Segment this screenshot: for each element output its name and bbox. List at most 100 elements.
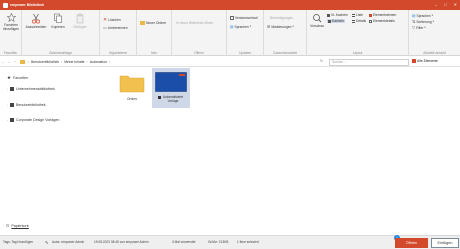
title-bar: empower Bibliothek – □ ✕ — [0, 0, 460, 10]
chevron-down-icon: ▾ — [424, 26, 426, 29]
tile-caption: Automatisierte Vorlage — [152, 95, 190, 103]
content-area: Ordner Automatisierte Vorlage — [113, 68, 460, 235]
cut-button[interactable]: Ausschneiden — [25, 13, 47, 30]
minimize-icon[interactable]: – — [435, 2, 437, 7]
x-icon: ✕ — [103, 17, 108, 23]
group-label-collaboration: Zusammenarbeit — [273, 51, 297, 55]
languages-view-label: Sprachen — [416, 13, 431, 18]
chevron-right-icon: › — [7, 118, 8, 122]
chevron-down-icon: ▾ — [249, 25, 251, 28]
filter-button[interactable]: ▽ Filter ▾ — [412, 25, 426, 30]
group-current-view: ◍ Sprachen ▾ ⇅ Sortierung ▾ ▽ Filter ▾ A… — [409, 10, 460, 56]
delete-button[interactable]: ✕ Löschen — [103, 17, 121, 23]
preview-label: Vorschau — [310, 23, 324, 28]
folder-icon — [140, 21, 145, 25]
breadcrumb-item[interactable]: Benutzerbibliothek — [31, 60, 59, 64]
rename-button[interactable]: ▭ Umbenennen — [103, 25, 128, 30]
view-xl-label: XL Kacheln — [331, 13, 348, 17]
open-button[interactable]: Öffnen — [395, 238, 428, 248]
preview-button[interactable]: Vorschau — [309, 13, 325, 29]
insert-button[interactable]: Einfügen — [431, 238, 459, 248]
group-clipboard: Ausschneiden Kopieren Einfügen Zwischena… — [22, 10, 100, 56]
magnifier-icon — [313, 14, 322, 23]
details-icon — [352, 19, 355, 23]
status-size: Größe: 213KB — [208, 240, 229, 244]
search-input[interactable]: Suchen ... — [329, 58, 409, 66]
tiles-icon — [328, 19, 331, 23]
copy-icon — [54, 13, 62, 23]
group-label-new: Neu — [151, 51, 157, 55]
permissions-button[interactable]: Berechtigungen — [270, 16, 293, 20]
add-favorite-button[interactable]: Favoriten hinzufügen — [1, 12, 21, 31]
view-tiles[interactable]: Kacheln — [327, 19, 345, 23]
window-controls: – □ ✕ — [435, 2, 457, 7]
folder-tile[interactable]: Ordner — [113, 68, 151, 108]
group-updates: Versionsverlauf ◍ Sprachen ▾ Updates — [227, 10, 264, 56]
element-details-toggle[interactable]: Elementdetails — [369, 19, 395, 23]
sidebar-item-label: Unternehmensbibliothek — [16, 87, 55, 91]
star-icon — [6, 12, 16, 23]
checkbox-checked[interactable] — [369, 13, 372, 17]
sort-label: Sortierung — [416, 19, 432, 24]
tile-label: Automatisierte Vorlage — [162, 95, 184, 103]
view-xl-tiles[interactable]: XL Kacheln — [327, 13, 348, 17]
copy-button[interactable]: Kopieren — [48, 13, 68, 30]
elements-box-label: Elementrahmen — [373, 13, 397, 17]
group-label-organize: Organisieren — [108, 51, 128, 55]
template-tile[interactable]: Automatisierte Vorlage — [152, 68, 190, 108]
group-label-favorites: Favoriten — [3, 51, 18, 55]
languages-view-button[interactable]: ◍ Sprachen ▾ — [412, 13, 433, 18]
maximize-icon[interactable]: □ — [444, 2, 446, 7]
copy-label: Kopieren — [51, 24, 65, 29]
elements-box-toggle[interactable]: Elementrahmen — [369, 13, 396, 17]
chevron-down-icon: ▾ — [431, 14, 433, 17]
sidebar: ★ Favoriten › Unternehmensbibliothek › B… — [0, 68, 112, 235]
new-folder-button[interactable]: Neuer Ordner — [140, 21, 166, 25]
group-label-open: Öffnen — [194, 51, 204, 55]
paste-button[interactable]: Einfügen — [70, 13, 90, 30]
tile-label: Ordner — [127, 97, 137, 101]
sidebar-item-favorites[interactable]: ★ Favoriten — [7, 75, 28, 81]
checkbox-unchecked[interactable] — [369, 19, 372, 23]
globe-icon: ◍ — [230, 24, 234, 29]
address-bar: ← → ↑ › Benutzerbibliothek › Meine Inhal… — [0, 57, 460, 67]
group-new: Neuer Ordner Neu — [137, 10, 172, 56]
group-label-clipboard: Zwischenablage — [48, 51, 73, 55]
filter-badge-icon — [412, 59, 416, 63]
chevron-right-icon: › — [7, 87, 8, 91]
version-history-button[interactable]: Versionsverlauf — [230, 16, 258, 20]
sidebar-item-label: Benutzerbibliothek — [16, 103, 46, 107]
close-icon[interactable]: ✕ — [454, 2, 457, 7]
tags-button[interactable]: ⊞ Markierungen ▾ — [267, 24, 294, 29]
design-icon — [10, 118, 14, 122]
languages-button[interactable]: ◍ Sprachen ▾ — [230, 24, 251, 29]
status-usage: 3 Mal verwendet — [172, 240, 196, 244]
filter-icon: ▽ — [412, 25, 416, 30]
view-list[interactable]: Liste — [352, 13, 363, 17]
element-details-label: Elementdetails — [373, 19, 395, 23]
refresh-icon[interactable]: ↻ — [320, 59, 323, 63]
up-arrow-icon[interactable]: ↑ — [12, 60, 18, 64]
status-date: 19.08.2023 08:45 von empower Admin — [94, 240, 149, 244]
breadcrumb-item[interactable]: Meine Inhalte — [64, 60, 84, 64]
sidebar-item-user-library[interactable]: › Benutzerbibliothek — [7, 103, 46, 107]
open-new-library-button[interactable]: In neuer Bibliothek öffnen — [176, 21, 213, 25]
breadcrumb-separator: › — [61, 59, 63, 64]
chevron-down-icon: ▾ — [432, 20, 434, 23]
breadcrumb-item[interactable]: Automation — [90, 60, 107, 64]
sidebar-item-label: Corporate Design Vorlagen — [16, 118, 60, 122]
status-tags[interactable]: Tags: Tag hinzufügen — [3, 240, 33, 244]
recycle-bin[interactable]: ⊡ Papierkorb — [6, 223, 29, 228]
breadcrumb-separator: › — [108, 59, 110, 64]
group-label-layout: Layout — [352, 51, 363, 55]
all-items-filter[interactable]: Alle Elemente — [412, 59, 438, 63]
sidebar-item-corporate-design[interactable]: › Corporate Design Vorlagen — [7, 118, 59, 122]
sort-icon: ⇅ — [412, 19, 416, 24]
trash-icon: ⊡ — [6, 223, 10, 228]
pencil-icon[interactable]: ✎ — [45, 240, 48, 245]
all-items-label: Alle Elemente — [417, 59, 438, 63]
user-library-icon — [10, 103, 14, 107]
sort-button[interactable]: ⇅ Sortierung ▾ — [412, 19, 434, 24]
view-details[interactable]: Details — [352, 19, 366, 23]
sidebar-item-company-library[interactable]: › Unternehmensbibliothek — [7, 87, 55, 91]
